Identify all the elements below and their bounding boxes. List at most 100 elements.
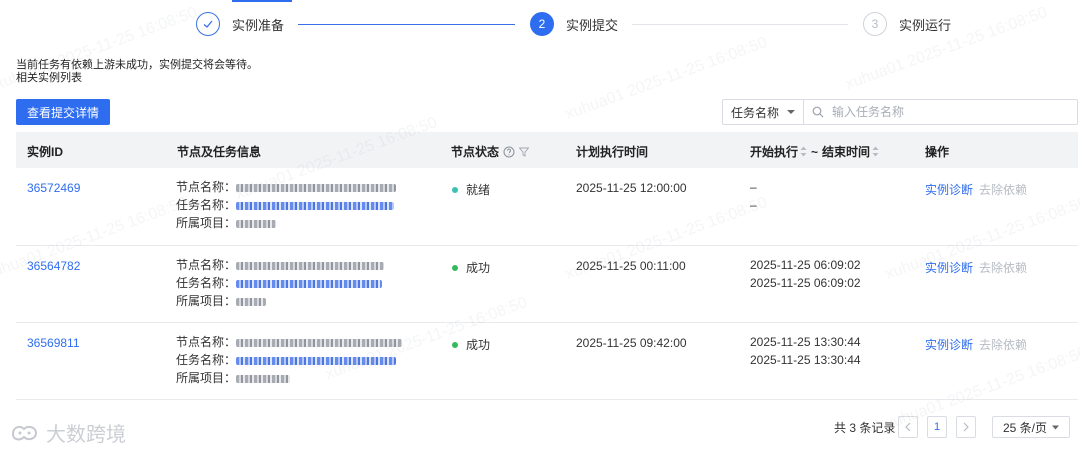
project-key: 所属项目： <box>176 294 237 308</box>
exec-times: 2025-11-25 06:09:02 2025-11-25 06:09:02 <box>750 256 861 292</box>
brand-watermark: 大数跨境 <box>10 418 126 447</box>
step-label: 实例运行 <box>899 17 952 33</box>
row-actions: 实例诊断 去除依赖 <box>925 259 1027 276</box>
header-status-label: 节点状态 <box>451 145 500 159</box>
header-info: 节点及任务信息 <box>177 145 262 159</box>
header-end-label: 结束时间 <box>822 145 871 159</box>
status-text: 成功 <box>466 338 491 352</box>
status-badge: 成功 <box>452 336 490 353</box>
search-box[interactable] <box>804 99 1078 125</box>
remove-dependency-link[interactable]: 去除依赖 <box>979 261 1027 275</box>
dependency-notice: 当前任务有依赖上游未成功，实例提交将会等待。 相关实例列表 <box>16 59 258 85</box>
step-submit: 2 实例提交 <box>530 12 618 36</box>
header-status: 节点状态 <box>451 143 530 160</box>
pagination-total: 共 3 条记录 <box>834 421 896 435</box>
sort-icon[interactable] <box>800 146 807 157</box>
step-connector <box>298 24 515 25</box>
header-start-label: 开始执行 <box>750 145 799 159</box>
table-row: 36564782 节点名称： 任务名称： 所属项目： 成功 2025-11-25… <box>16 245 1078 323</box>
status-dot <box>452 186 458 193</box>
brand-logo-icon <box>11 425 38 440</box>
planned-time: 2025-11-25 09:42:00 <box>576 336 687 350</box>
diagnose-link[interactable]: 实例诊断 <box>925 261 973 275</box>
page-size-value: 25 条/页 <box>1002 420 1048 435</box>
instance-id-link[interactable]: 36564782 <box>27 259 80 273</box>
task-name-key: 任务名称： <box>176 276 237 290</box>
next-page-button[interactable] <box>956 416 976 438</box>
notice-text: 当前任务有依赖上游未成功，实例提交将会等待。 <box>16 59 258 71</box>
sort-icon[interactable] <box>872 146 879 157</box>
planned-time: 2025-11-25 00:11:00 <box>576 259 686 273</box>
page-button-current[interactable]: 1 <box>927 416 947 438</box>
node-task-info: 节点名称： 任务名称： 所属项目： <box>176 333 403 387</box>
diagnose-link[interactable]: 实例诊断 <box>925 183 973 197</box>
status-text: 成功 <box>466 261 491 275</box>
status-badge: 成功 <box>452 259 490 276</box>
table-row: 36572469 节点名称： 任务名称： 所属项目： 就绪 2025-11-25… <box>16 168 1078 246</box>
step-bar: 实例准备 2 实例提交 3 实例运行 <box>0 0 1080 48</box>
header-id: 实例ID <box>27 145 64 159</box>
view-submit-details-button[interactable]: 查看提交详情 <box>16 99 110 125</box>
step-number: 3 <box>863 12 887 36</box>
header-planned-time: 计划执行时间 <box>576 145 649 159</box>
start-time: – <box>750 180 757 194</box>
node-name-key: 节点名称： <box>176 258 237 272</box>
status-text: 就绪 <box>466 183 491 197</box>
redacted-text <box>236 374 291 383</box>
redacted-task-link[interactable] <box>236 201 395 210</box>
instance-id-link[interactable]: 36572469 <box>27 181 80 195</box>
task-name-search-input[interactable] <box>830 104 1064 120</box>
step-run: 3 实例运行 <box>863 12 951 36</box>
filter-field-value: 任务名称 <box>731 105 780 120</box>
row-actions: 实例诊断 去除依赖 <box>925 336 1027 353</box>
redacted-text <box>236 183 397 192</box>
chevron-left-icon <box>905 422 911 432</box>
page-size-select[interactable]: 25 条/页 <box>992 416 1070 438</box>
header-ops: 操作 <box>925 145 950 159</box>
task-name-key: 任务名称： <box>176 198 237 212</box>
instance-id-link[interactable]: 36569811 <box>27 336 80 350</box>
node-name-key: 节点名称： <box>176 180 237 194</box>
remove-dependency-link[interactable]: 去除依赖 <box>979 338 1027 352</box>
planned-time: 2025-11-25 12:00:00 <box>576 181 687 195</box>
end-time: 2025-11-25 06:09:02 <box>750 276 861 290</box>
top-tab-indicator <box>232 0 292 2</box>
table-header: 实例ID 节点及任务信息 节点状态 计划执行时间 开始执行 ~ 结束时间 操作 <box>16 132 1078 168</box>
end-time: 2025-11-25 13:30:44 <box>750 353 861 367</box>
redacted-text <box>236 338 403 347</box>
node-name-key: 节点名称： <box>176 335 237 349</box>
diagnose-link[interactable]: 实例诊断 <box>925 338 973 352</box>
header-separator: ~ <box>811 144 819 159</box>
exec-times: – – <box>750 178 757 214</box>
caret-down-icon <box>1052 425 1060 429</box>
search-icon <box>812 106 824 118</box>
exec-times: 2025-11-25 13:30:44 2025-11-25 13:30:44 <box>750 333 861 369</box>
related-list-title: 相关实例列表 <box>16 72 82 84</box>
table-row: 36569811 节点名称： 任务名称： 所属项目： 成功 2025-11-25… <box>16 322 1078 400</box>
redacted-task-link[interactable] <box>236 279 383 288</box>
status-dot <box>452 264 458 271</box>
redacted-task-link[interactable] <box>236 356 397 365</box>
redacted-text <box>236 219 277 228</box>
step-label: 实例提交 <box>566 17 619 33</box>
start-time: 2025-11-25 13:30:44 <box>750 335 861 349</box>
header-start-end: 开始执行 ~ 结束时间 <box>750 143 879 160</box>
prev-page-button[interactable] <box>898 416 918 438</box>
step-prepare: 实例准备 <box>196 12 284 36</box>
chevron-right-icon <box>963 422 969 432</box>
task-name-key: 任务名称： <box>176 353 237 367</box>
start-time: 2025-11-25 06:09:02 <box>750 258 861 272</box>
project-key: 所属项目： <box>176 371 237 385</box>
filter-field-select[interactable]: 任务名称 <box>722 99 804 125</box>
row-actions: 实例诊断 去除依赖 <box>925 181 1027 198</box>
caret-down-icon <box>787 110 795 114</box>
step-label: 实例准备 <box>232 17 285 33</box>
check-icon <box>196 12 220 36</box>
remove-dependency-link[interactable]: 去除依赖 <box>979 183 1027 197</box>
help-icon[interactable] <box>503 146 515 158</box>
redacted-text <box>236 261 385 270</box>
filter-icon[interactable] <box>519 147 530 157</box>
step-number: 2 <box>530 12 554 36</box>
node-task-info: 节点名称： 任务名称： 所属项目： <box>176 178 397 232</box>
end-time: – <box>750 198 757 212</box>
